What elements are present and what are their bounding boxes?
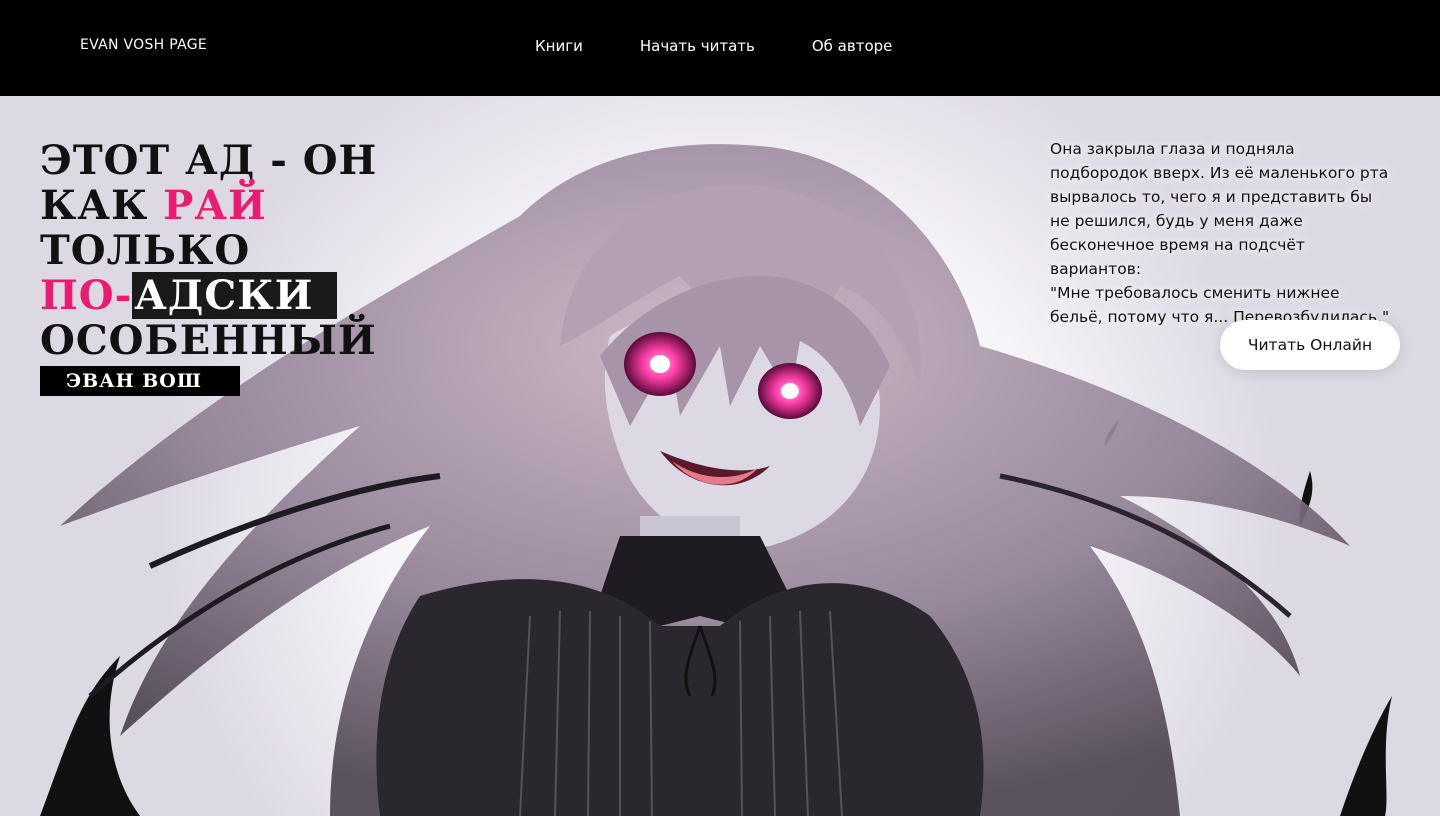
headline-line-2-text: как [40,182,164,229]
headline-accent-po: по- [40,272,133,319]
headline-accent-paradise: рай [163,182,267,229]
quote-paragraph-1: Она закрыла глаза и подняла подбородок в… [1050,140,1389,278]
hero-section: Этот ад - он как рай только по-адски осо… [0,96,1440,816]
nav-link-about-author[interactable]: Об авторе [812,37,893,55]
book-quote: Она закрыла глаза и подняла подбородок в… [1050,137,1395,329]
headline-line-5: особенный [40,317,377,364]
headline-line-1: Этот ад - он [40,137,378,184]
author-name-badge: Эван Вош [40,366,240,396]
headline-line-3: только [40,227,251,274]
headline-highlight-adski: адски [132,272,338,319]
hero-headline: Этот ад - он как рай только по-адски осо… [40,138,377,363]
headline-line-2: как рай [40,183,377,228]
main-nav: Книги Начать читать Об авторе [535,37,949,55]
site-logo[interactable]: EVAN VOSH PAGE [80,37,207,53]
read-online-button[interactable]: Читать Онлайн [1220,320,1400,370]
headline-line-4: по-адски [40,272,377,319]
nav-link-books[interactable]: Книги [535,37,583,55]
nav-link-start-reading[interactable]: Начать читать [640,37,755,55]
top-navigation-bar: EVAN VOSH PAGE Книги Начать читать Об ав… [0,0,1440,96]
